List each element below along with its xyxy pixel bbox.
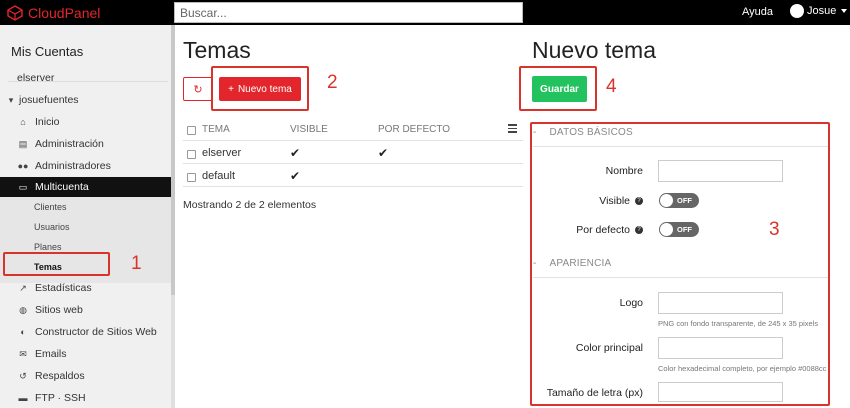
users-icon: ●●: [17, 161, 29, 171]
sidebar-item-josuefuentes[interactable]: ▾ josuefuentes: [0, 90, 171, 110]
row-checkbox[interactable]: [187, 150, 196, 159]
sidebar: Mis Cuentas elserver ▾ josuefuentes ⌂ In…: [0, 25, 171, 408]
column-header-visible[interactable]: VISIBLE: [290, 124, 328, 135]
sidebar-subitem-clientes[interactable]: Clientes: [34, 202, 67, 212]
column-header-tema[interactable]: TEMA: [202, 124, 230, 135]
annotation-number-1: 1: [131, 253, 142, 274]
page-title-temas: Temas: [183, 37, 251, 63]
sidebar-item-multicuenta[interactable]: ▭ Multicuenta: [0, 177, 171, 197]
sidebar-scrollbar-thumb[interactable]: [171, 25, 175, 295]
sidebar-title: Mis Cuentas: [11, 44, 84, 59]
annotation-box-1: [3, 252, 110, 276]
select-all-checkbox[interactable]: [187, 126, 196, 135]
user-menu[interactable]: Josue: [790, 4, 848, 18]
monitor-icon: ▭: [18, 181, 28, 192]
sidebar-subitem-usuarios[interactable]: Usuarios: [34, 222, 70, 232]
document-icon: ▤: [18, 138, 28, 149]
list-options-icon[interactable]: [508, 124, 517, 135]
annotation-box-4: [519, 66, 597, 111]
avatar: [790, 4, 804, 18]
annotation-number-3: 3: [769, 219, 780, 240]
sidebar-item-ftp-ssh[interactable]: ▬ FTP · SSH: [0, 388, 171, 408]
sidebar-item-inicio[interactable]: ⌂ Inicio: [0, 112, 171, 132]
sidebar-item-respaldos[interactable]: ↺ Respaldos: [0, 366, 171, 386]
sidebar-subitem-planes[interactable]: Planes: [34, 242, 62, 252]
sidebar-item-estadisticas[interactable]: ↗ Estadísticas: [0, 278, 171, 298]
mail-icon: ✉: [19, 348, 27, 359]
pagination-summary: Mostrando 2 de 2 elementos: [183, 199, 317, 211]
annotation-number-4: 4: [606, 76, 617, 97]
home-icon: ⌂: [20, 117, 26, 127]
sidebar-item-sitios-web[interactable]: ◍ Sitios web: [0, 300, 171, 320]
table-cell-name[interactable]: default: [202, 170, 235, 182]
chevron-down-icon: ▾: [8, 94, 14, 105]
user-name: Josue: [807, 5, 837, 17]
annotation-box-3: [530, 122, 830, 406]
page-title-nuevo-tema: Nuevo tema: [532, 37, 657, 63]
help-link[interactable]: Ayuda: [742, 6, 773, 18]
palette-icon: ◐: [20, 327, 26, 337]
refresh-button[interactable]: ↻: [183, 77, 213, 101]
table-row-divider: [183, 186, 523, 187]
cloud-cube-icon: [7, 4, 23, 21]
sidebar-item-elserver[interactable]: elserver: [0, 68, 171, 88]
annotation-box-2: [211, 66, 309, 111]
chevron-down-icon: [841, 9, 848, 13]
sidebar-item-constructor[interactable]: ◐ Constructor de Sitios Web: [0, 322, 171, 342]
brand-logo[interactable]: CloudPanel: [6, 4, 100, 21]
search-input[interactable]: [174, 2, 523, 23]
folder-icon: ▬: [18, 393, 28, 403]
top-bar: CloudPanel Ayuda Josue: [0, 0, 850, 25]
check-icon: ✔: [290, 146, 301, 160]
sidebar-item-administradores[interactable]: ●● Administradores: [0, 156, 171, 176]
check-icon: ✔: [378, 146, 389, 160]
globe-icon: ◍: [19, 304, 27, 315]
annotation-number-2: 2: [327, 72, 338, 93]
table-row-divider: [183, 163, 523, 164]
table-cell-name[interactable]: elserver: [202, 147, 241, 159]
sidebar-item-administracion[interactable]: ▤ Administración: [0, 134, 171, 154]
column-header-por-defecto[interactable]: POR DEFECTO: [378, 124, 450, 135]
sidebar-item-emails[interactable]: ✉ Emails: [0, 344, 171, 364]
table-header-divider: [183, 140, 523, 141]
trend-icon: ↗: [19, 282, 27, 293]
check-icon: ✔: [290, 169, 301, 183]
refresh-icon: ↻: [193, 83, 203, 96]
row-checkbox[interactable]: [187, 173, 196, 182]
brand-name: CloudPanel: [28, 4, 101, 21]
restore-icon: ↺: [19, 370, 27, 381]
